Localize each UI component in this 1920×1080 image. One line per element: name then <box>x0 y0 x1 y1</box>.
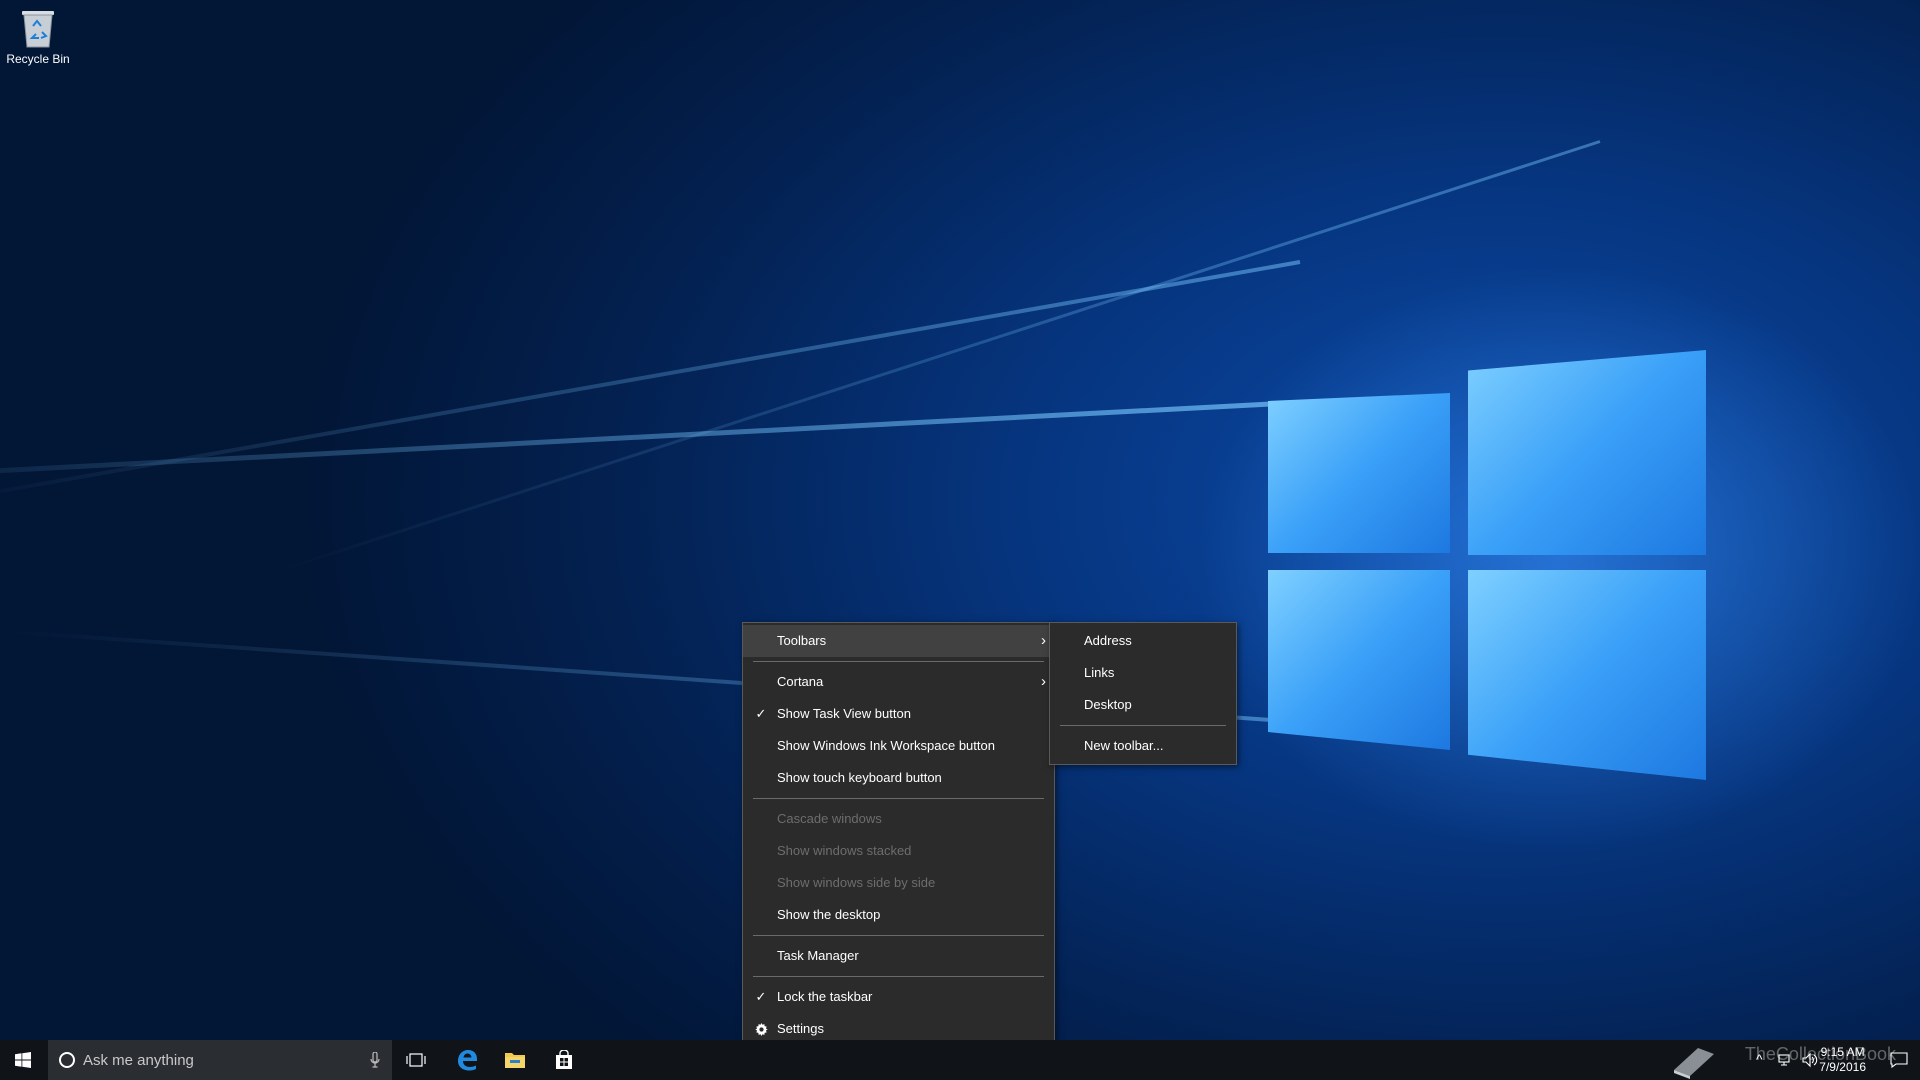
action-center-icon[interactable] <box>1890 1052 1908 1068</box>
menu-separator <box>1060 725 1226 726</box>
menu-item-label: New toolbar... <box>1084 738 1164 753</box>
start-button[interactable] <box>0 1040 46 1080</box>
recycle-bin[interactable]: Recycle Bin <box>4 6 72 66</box>
cortana-icon <box>59 1052 75 1068</box>
menu-item-windows-side-by-side: Show windows side by side <box>743 867 1054 899</box>
taskbar: Ask me anything TheCollectionBook ^ 9:15… <box>0 1040 1920 1080</box>
file-explorer-icon <box>505 1053 525 1068</box>
chevron-right-icon: › <box>1041 673 1046 690</box>
menu-item-label: Show the desktop <box>777 907 881 922</box>
menu-item-label: Toolbars <box>777 633 827 648</box>
menu-item-label: Show Task View button <box>777 706 911 721</box>
system-tray: ^ 9:15 AM 7/9/2016 <box>1660 1040 1920 1080</box>
menu-item-show-ink-workspace[interactable]: Show Windows Ink Workspace button <box>743 730 1054 762</box>
task-view-icon <box>406 1053 426 1067</box>
show-hidden-icons-button[interactable]: ^ <box>1756 1051 1763 1067</box>
clock-date: 7/9/2016 <box>1819 1060 1866 1074</box>
windows-logo-pane <box>1468 570 1706 780</box>
edge-icon <box>458 1050 477 1071</box>
windows-logo-pane <box>1468 350 1706 555</box>
checkmark-icon: ✓ <box>755 989 767 1004</box>
menu-item-label: Address <box>1084 633 1132 648</box>
network-icon[interactable] <box>1778 1053 1794 1067</box>
submenu-item-links[interactable]: Links <box>1050 657 1236 689</box>
clock[interactable]: 9:15 AM 7/9/2016 <box>1819 1045 1866 1075</box>
submenu-item-new-toolbar[interactable]: New toolbar... <box>1050 730 1236 762</box>
menu-item-show-desktop[interactable]: Show the desktop <box>743 899 1054 931</box>
menu-item-label: Show touch keyboard button <box>777 770 942 785</box>
menu-separator <box>753 976 1044 977</box>
menu-item-label: Cortana <box>777 674 824 689</box>
menu-item-label: Show Windows Ink Workspace button <box>777 738 995 753</box>
menu-item-windows-stacked: Show windows stacked <box>743 835 1054 867</box>
light-beam <box>0 400 1301 484</box>
menu-item-show-touch-keyboard[interactable]: Show touch keyboard button <box>743 762 1054 794</box>
book-logo-icon <box>1674 1048 1714 1079</box>
menu-item-label: Task Manager <box>777 948 859 963</box>
microphone-icon[interactable] <box>370 1052 380 1068</box>
store-icon <box>556 1050 572 1069</box>
clock-time: 9:15 AM <box>1820 1045 1865 1059</box>
recycle-bin-icon <box>20 6 56 48</box>
menu-item-label: Links <box>1084 665 1115 680</box>
task-view-button[interactable] <box>392 1040 440 1080</box>
volume-icon[interactable] <box>1802 1052 1818 1068</box>
menu-separator <box>753 798 1044 799</box>
windows-logo-icon <box>15 1052 31 1068</box>
menu-item-label: Cascade windows <box>777 811 882 826</box>
checkmark-icon: ✓ <box>755 706 767 721</box>
toolbars-submenu: Address Links Desktop New toolbar... <box>1049 622 1237 765</box>
recycle-bin-label: Recycle Bin <box>6 52 70 66</box>
submenu-item-address[interactable]: Address <box>1050 625 1236 657</box>
menu-item-show-task-view[interactable]: ✓ Show Task View button <box>743 698 1054 730</box>
edge-button[interactable] <box>443 1040 491 1080</box>
menu-item-task-manager[interactable]: Task Manager <box>743 940 1054 972</box>
menu-item-cascade-windows: Cascade windows <box>743 803 1054 835</box>
submenu-item-desktop[interactable]: Desktop <box>1050 689 1236 721</box>
windows-logo-pane <box>1268 570 1450 750</box>
menu-item-label: Show windows side by side <box>777 875 936 890</box>
light-beam <box>0 260 1301 508</box>
menu-separator <box>753 935 1044 936</box>
chevron-right-icon: › <box>1041 632 1046 649</box>
menu-item-label: Settings <box>777 1021 824 1036</box>
taskbar-context-menu: Toolbars › Cortana › ✓ Show Task View bu… <box>742 622 1055 1048</box>
menu-item-lock-taskbar[interactable]: ✓ Lock the taskbar <box>743 981 1054 1013</box>
store-button[interactable] <box>540 1040 588 1080</box>
file-explorer-button[interactable] <box>491 1040 539 1080</box>
menu-item-label: Desktop <box>1084 697 1132 712</box>
menu-item-label: Lock the taskbar <box>777 989 873 1004</box>
menu-item-toolbars[interactable]: Toolbars › <box>743 625 1054 657</box>
menu-separator <box>753 661 1044 662</box>
windows-logo-pane <box>1268 393 1450 553</box>
search-box[interactable]: Ask me anything <box>48 1040 392 1080</box>
search-placeholder: Ask me anything <box>83 1051 194 1069</box>
menu-item-cortana[interactable]: Cortana › <box>743 666 1054 698</box>
menu-item-label: Show windows stacked <box>777 843 912 858</box>
